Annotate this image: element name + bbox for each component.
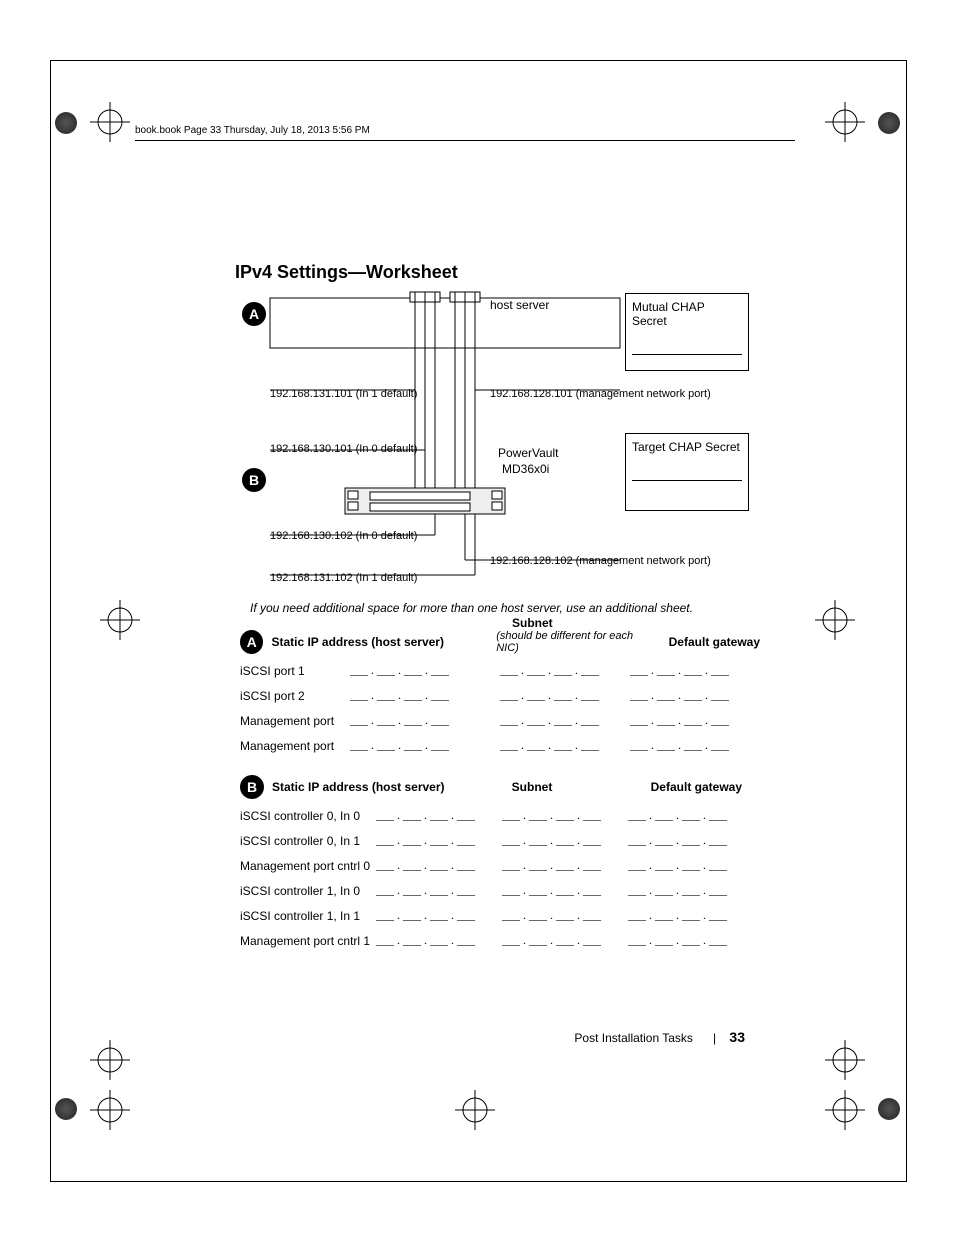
gw-blank[interactable]: ___ . ___ . ___ . ___ — [628, 808, 727, 823]
worksheet-row: iSCSI controller 1, In 0___ . ___ . ___ … — [240, 878, 760, 903]
reg-dot — [55, 112, 77, 134]
gw-blank[interactable]: ___ . ___ . ___ . ___ — [630, 738, 729, 753]
badge-b: B — [242, 468, 266, 492]
ip-in0-b: 192.168.130.102 (In 0 default) — [270, 530, 417, 542]
subnet-blank[interactable]: ___ . ___ . ___ . ___ — [502, 808, 628, 823]
additional-sheet-note: If you need additional space for more th… — [250, 601, 693, 615]
reg-dot — [878, 1098, 900, 1120]
mgmt-b: 192.168.128.102 (management network port… — [490, 555, 711, 567]
ip-blank[interactable]: ___ . ___ . ___ . ___ — [350, 738, 500, 753]
worksheet-b: B Static IP address (host server) Subnet… — [240, 775, 760, 953]
target-chap-box: Target CHAP Secret — [625, 433, 749, 511]
gw-blank[interactable]: ___ . ___ . ___ . ___ — [628, 933, 727, 948]
ip-in1-a: 192.168.131.101 (In 1 default) — [270, 388, 417, 400]
target-chap-label: Target CHAP Secret — [632, 440, 740, 454]
subnet-blank[interactable]: ___ . ___ . ___ . ___ — [502, 833, 628, 848]
subnet-blank[interactable]: ___ . ___ . ___ . ___ — [500, 663, 630, 678]
reg-mark — [825, 1040, 865, 1080]
gw-blank[interactable]: ___ . ___ . ___ . ___ — [628, 908, 727, 923]
badge-a: A — [242, 302, 266, 326]
row-label: iSCSI port 1 — [240, 664, 350, 678]
reg-dot — [55, 1098, 77, 1120]
ip-blank[interactable]: ___ . ___ . ___ . ___ — [376, 933, 502, 948]
reg-mark — [90, 1090, 130, 1130]
worksheet-row: Management port___ . ___ . ___ . ______ … — [240, 708, 760, 733]
page-header-meta: book.book Page 33 Thursday, July 18, 201… — [135, 125, 370, 136]
subnet-blank[interactable]: ___ . ___ . ___ . ___ — [500, 713, 630, 728]
footer-page-number: 33 — [729, 1029, 745, 1045]
ip-in0-a: 192.168.130.101 (In 0 default) — [270, 443, 417, 455]
page-border — [50, 60, 907, 1182]
page-footer: Post Installation Tasks | 33 — [235, 1029, 745, 1045]
row-label: Management port — [240, 739, 350, 753]
row-label: Management port — [240, 714, 350, 728]
row-label: Management port cntrl 0 — [240, 859, 376, 873]
header-gw-b: Default gateway — [592, 780, 742, 794]
device-label-1: PowerVault — [498, 446, 558, 460]
footer-section: Post Installation Tasks — [574, 1031, 693, 1045]
header-gw-a: Default gateway — [653, 635, 760, 649]
reg-mark — [90, 1040, 130, 1080]
badge-b-ws: B — [240, 775, 264, 799]
worksheet-row: iSCSI port 2___ . ___ . ___ . ______ . _… — [240, 683, 760, 708]
mgmt-a: 192.168.128.101 (management network port… — [490, 388, 711, 400]
gw-blank[interactable]: ___ . ___ . ___ . ___ — [628, 833, 727, 848]
gw-blank[interactable]: ___ . ___ . ___ . ___ — [630, 663, 729, 678]
reg-mark — [455, 1090, 495, 1130]
header-ip-b: Static IP address (host server) — [272, 780, 472, 794]
reg-mark — [90, 102, 130, 142]
subnet-blank[interactable]: ___ . ___ . ___ . ___ — [502, 883, 628, 898]
ip-blank[interactable]: ___ . ___ . ___ . ___ — [376, 908, 502, 923]
reg-mark — [100, 600, 140, 640]
host-server-label: host server — [490, 298, 549, 312]
ip-blank[interactable]: ___ . ___ . ___ . ___ — [350, 663, 500, 678]
worksheet-a: A Static IP address (host server) (shoul… — [240, 630, 760, 758]
header-rule — [135, 140, 795, 141]
header-subnet-b: Subnet — [472, 780, 592, 794]
worksheet-row: iSCSI controller 0, In 0___ . ___ . ___ … — [240, 803, 760, 828]
worksheet-row: Management port cntrl 0___ . ___ . ___ .… — [240, 853, 760, 878]
gw-blank[interactable]: ___ . ___ . ___ . ___ — [630, 713, 729, 728]
gw-blank[interactable]: ___ . ___ . ___ . ___ — [628, 883, 727, 898]
footer-sep: | — [713, 1031, 716, 1045]
row-label: iSCSI controller 0, In 1 — [240, 834, 376, 848]
reg-mark — [825, 102, 865, 142]
ip-in1-b: 192.168.131.102 (In 1 default) — [270, 572, 417, 584]
mutual-chap-label: Mutual CHAP Secret — [632, 300, 704, 328]
subnet-blank[interactable]: ___ . ___ . ___ . ___ — [500, 738, 630, 753]
ip-blank[interactable]: ___ . ___ . ___ . ___ — [376, 808, 502, 823]
subnet-blank[interactable]: ___ . ___ . ___ . ___ — [502, 908, 628, 923]
ip-blank[interactable]: ___ . ___ . ___ . ___ — [376, 883, 502, 898]
page-title: IPv4 Settings—Worksheet — [235, 262, 458, 283]
ip-blank[interactable]: ___ . ___ . ___ . ___ — [350, 688, 500, 703]
subnet-header-a-top: Subnet — [512, 616, 553, 630]
reg-mark — [815, 600, 855, 640]
subnet-note: (should be different for each NIC) — [496, 630, 652, 654]
subnet-blank[interactable]: ___ . ___ . ___ . ___ — [502, 858, 628, 873]
row-label: iSCSI controller 0, In 0 — [240, 809, 376, 823]
ip-blank[interactable]: ___ . ___ . ___ . ___ — [376, 858, 502, 873]
worksheet-row: iSCSI controller 1, In 1___ . ___ . ___ … — [240, 903, 760, 928]
device-label-2: MD36x0i — [502, 462, 549, 476]
mutual-chap-box: Mutual CHAP Secret — [625, 293, 749, 371]
gw-blank[interactable]: ___ . ___ . ___ . ___ — [630, 688, 729, 703]
ip-blank[interactable]: ___ . ___ . ___ . ___ — [350, 713, 500, 728]
row-label: Management port cntrl 1 — [240, 934, 376, 948]
subnet-blank[interactable]: ___ . ___ . ___ . ___ — [502, 933, 628, 948]
reg-dot — [878, 112, 900, 134]
worksheet-row: iSCSI controller 0, In 1___ . ___ . ___ … — [240, 828, 760, 853]
subnet-blank[interactable]: ___ . ___ . ___ . ___ — [500, 688, 630, 703]
row-label: iSCSI controller 1, In 1 — [240, 909, 376, 923]
worksheet-row: Management port cntrl 1___ . ___ . ___ .… — [240, 928, 760, 953]
header-ip-a: Static IP address (host server) — [271, 635, 496, 649]
reg-mark — [825, 1090, 865, 1130]
gw-blank[interactable]: ___ . ___ . ___ . ___ — [628, 858, 727, 873]
row-label: iSCSI port 2 — [240, 689, 350, 703]
badge-a-ws: A — [240, 630, 263, 654]
row-label: iSCSI controller 1, In 0 — [240, 884, 376, 898]
worksheet-row: iSCSI port 1___ . ___ . ___ . ______ . _… — [240, 658, 760, 683]
ip-blank[interactable]: ___ . ___ . ___ . ___ — [376, 833, 502, 848]
worksheet-row: Management port___ . ___ . ___ . ______ … — [240, 733, 760, 758]
